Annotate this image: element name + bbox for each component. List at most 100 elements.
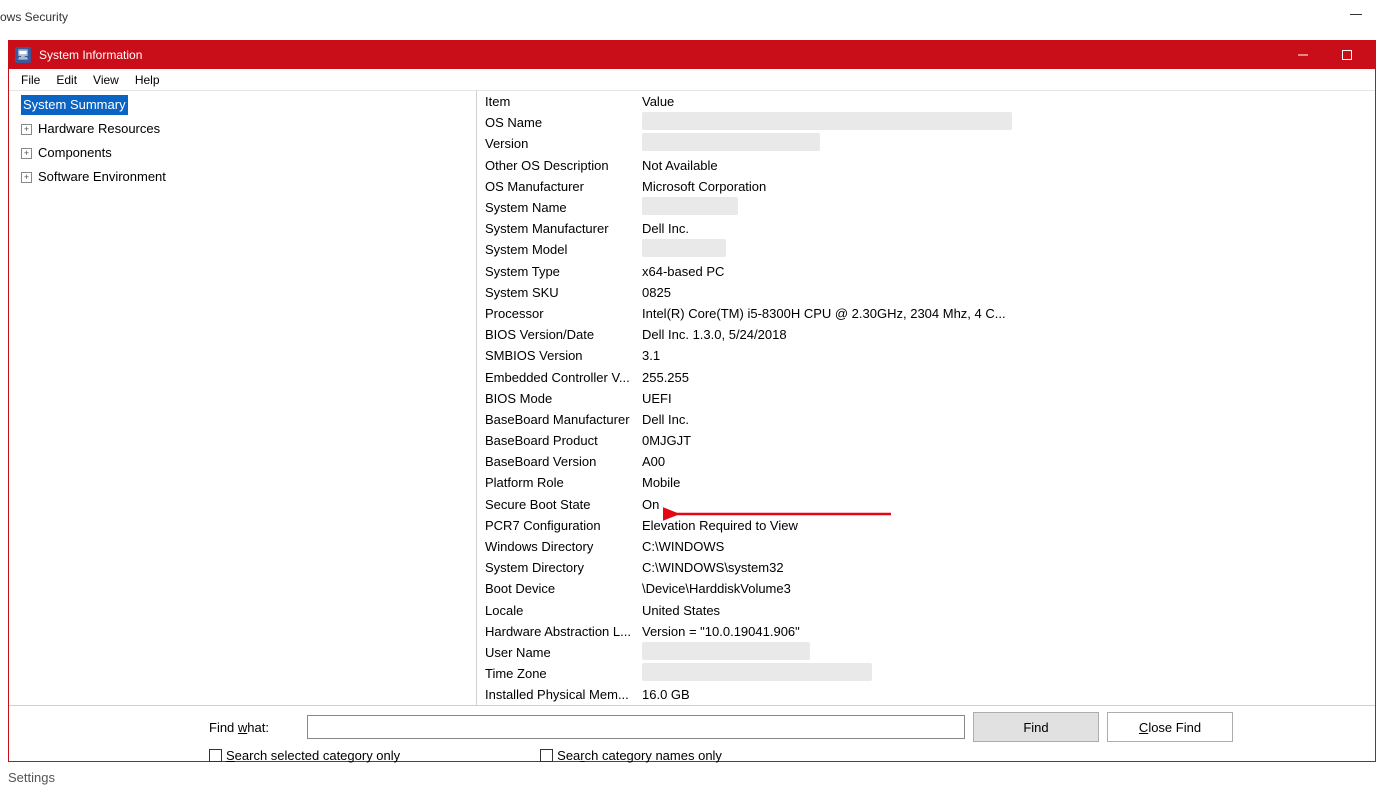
value-cell: Dell Inc. 1.3.0, 5/24/2018 — [642, 327, 1375, 342]
details-row[interactable]: Windows DirectoryC:\WINDOWS — [477, 536, 1375, 557]
details-row[interactable]: Version — [477, 133, 1375, 154]
details-row[interactable]: LocaleUnited States — [477, 600, 1375, 621]
item-cell: BaseBoard Manufacturer — [485, 412, 642, 427]
item-cell: Time Zone — [485, 666, 642, 681]
item-cell: User Name — [485, 645, 642, 660]
column-header-item[interactable]: Item — [485, 94, 642, 109]
details-header-row[interactable]: Item Value — [477, 91, 1375, 112]
tree-item-hardware-resources[interactable]: + Hardware Resources — [9, 117, 476, 141]
value-cell: Microsoft Corporation — [642, 179, 1375, 194]
value-cell — [642, 642, 1375, 663]
details-panel: Item Value OS NameVersionOther OS Descri… — [477, 91, 1375, 705]
details-row[interactable]: User Name — [477, 642, 1375, 663]
menu-edit[interactable]: Edit — [48, 71, 85, 89]
expand-icon[interactable]: + — [21, 172, 32, 183]
item-cell: BaseBoard Product — [485, 433, 642, 448]
value-cell — [642, 197, 1375, 218]
item-cell: System Name — [485, 200, 642, 215]
details-row[interactable]: BaseBoard VersionA00 — [477, 451, 1375, 472]
background-title: ows Security — [0, 0, 1376, 24]
details-row[interactable]: OS ManufacturerMicrosoft Corporation — [477, 176, 1375, 197]
menu-view[interactable]: View — [85, 71, 127, 89]
item-cell: Embedded Controller V... — [485, 370, 642, 385]
tree-item-system-summary[interactable]: System Summary — [9, 93, 476, 117]
details-row[interactable]: ProcessorIntel(R) Core(TM) i5-8300H CPU … — [477, 303, 1375, 324]
value-cell: Elevation Required to View — [642, 518, 1375, 533]
item-cell: Installed Physical Mem... — [485, 687, 642, 702]
close-find-button[interactable]: Close Find — [1107, 712, 1233, 742]
details-row[interactable]: System Typex64-based PC — [477, 261, 1375, 282]
expand-icon[interactable]: + — [21, 124, 32, 135]
details-row[interactable]: PCR7 ConfigurationElevation Required to … — [477, 515, 1375, 536]
value-cell: x64-based PC — [642, 264, 1375, 279]
content-area: System Summary + Hardware Resources + Co… — [9, 91, 1375, 705]
value-cell: Not Available — [642, 158, 1375, 173]
details-row[interactable]: BIOS ModeUEFI — [477, 388, 1375, 409]
menu-bar: File Edit View Help — [9, 69, 1375, 91]
redacted-value — [642, 642, 810, 660]
tree-label: Components — [38, 143, 112, 163]
details-row[interactable]: Secure Boot StateOn — [477, 494, 1375, 515]
item-cell: PCR7 Configuration — [485, 518, 642, 533]
tree-label: Software Environment — [38, 167, 166, 187]
details-row[interactable]: SMBIOS Version3.1 — [477, 345, 1375, 366]
checkbox-label: Search selected category only — [226, 748, 400, 763]
search-names-checkbox[interactable]: Search category names only — [540, 748, 722, 763]
details-row[interactable]: Time Zone — [477, 663, 1375, 684]
redacted-value — [642, 197, 738, 215]
details-row[interactable]: BaseBoard ManufacturerDell Inc. — [477, 409, 1375, 430]
details-row[interactable]: Installed Physical Mem...16.0 GB — [477, 684, 1375, 705]
value-cell: On — [642, 497, 1375, 512]
tree-item-software-environment[interactable]: + Software Environment — [9, 165, 476, 189]
details-row[interactable]: OS Name — [477, 112, 1375, 133]
search-selected-checkbox[interactable]: Search selected category only — [209, 748, 400, 763]
minimize-icon — [1298, 50, 1308, 60]
details-row[interactable]: BaseBoard Product0MJGJT — [477, 430, 1375, 451]
details-row[interactable]: Boot Device\Device\HarddiskVolume3 — [477, 578, 1375, 599]
item-cell: System Model — [485, 242, 642, 257]
details-row[interactable]: BIOS Version/DateDell Inc. 1.3.0, 5/24/2… — [477, 324, 1375, 345]
column-header-value[interactable]: Value — [642, 94, 1375, 109]
item-cell: Other OS Description — [485, 158, 642, 173]
details-row[interactable]: Other OS DescriptionNot Available — [477, 155, 1375, 176]
tree-item-components[interactable]: + Components — [9, 141, 476, 165]
find-input[interactable] — [307, 715, 965, 739]
value-cell: Dell Inc. — [642, 221, 1375, 236]
item-cell: BIOS Version/Date — [485, 327, 642, 342]
details-row[interactable]: System ManufacturerDell Inc. — [477, 218, 1375, 239]
checkbox-icon — [540, 749, 553, 762]
value-cell: Intel(R) Core(TM) i5-8300H CPU @ 2.30GHz… — [642, 306, 1375, 321]
tree-label: System Summary — [21, 95, 128, 115]
item-cell: OS Name — [485, 115, 642, 130]
value-cell — [642, 239, 1375, 260]
details-row[interactable]: Embedded Controller V...255.255 — [477, 366, 1375, 387]
redacted-value — [642, 112, 1012, 130]
menu-file[interactable]: File — [13, 71, 48, 89]
details-row[interactable]: System DirectoryC:\WINDOWS\system32 — [477, 557, 1375, 578]
value-cell: 0MJGJT — [642, 433, 1375, 448]
maximize-button[interactable] — [1325, 41, 1369, 69]
window-title: System Information — [39, 48, 142, 62]
item-cell: Platform Role — [485, 475, 642, 490]
expand-icon[interactable]: + — [21, 148, 32, 159]
tree-label: Hardware Resources — [38, 119, 160, 139]
value-cell — [642, 112, 1375, 133]
item-cell: System Type — [485, 264, 642, 279]
details-row[interactable]: System Name — [477, 197, 1375, 218]
item-cell: System Directory — [485, 560, 642, 575]
details-row[interactable]: System SKU0825 — [477, 282, 1375, 303]
checkbox-icon — [209, 749, 222, 762]
background-minimize-icon[interactable] — [1350, 14, 1362, 15]
details-row[interactable]: System Model — [477, 239, 1375, 260]
details-row[interactable]: Platform RoleMobile — [477, 472, 1375, 493]
item-cell: Secure Boot State — [485, 497, 642, 512]
item-cell: BIOS Mode — [485, 391, 642, 406]
checkbox-label: Search category names only — [557, 748, 722, 763]
find-button[interactable]: Find — [973, 712, 1099, 742]
menu-help[interactable]: Help — [127, 71, 168, 89]
value-cell: Dell Inc. — [642, 412, 1375, 427]
value-cell: A00 — [642, 454, 1375, 469]
details-row[interactable]: Hardware Abstraction L...Version = "10.0… — [477, 621, 1375, 642]
minimize-button[interactable] — [1281, 41, 1325, 69]
titlebar[interactable]: 🖥 System Information — [9, 41, 1375, 69]
